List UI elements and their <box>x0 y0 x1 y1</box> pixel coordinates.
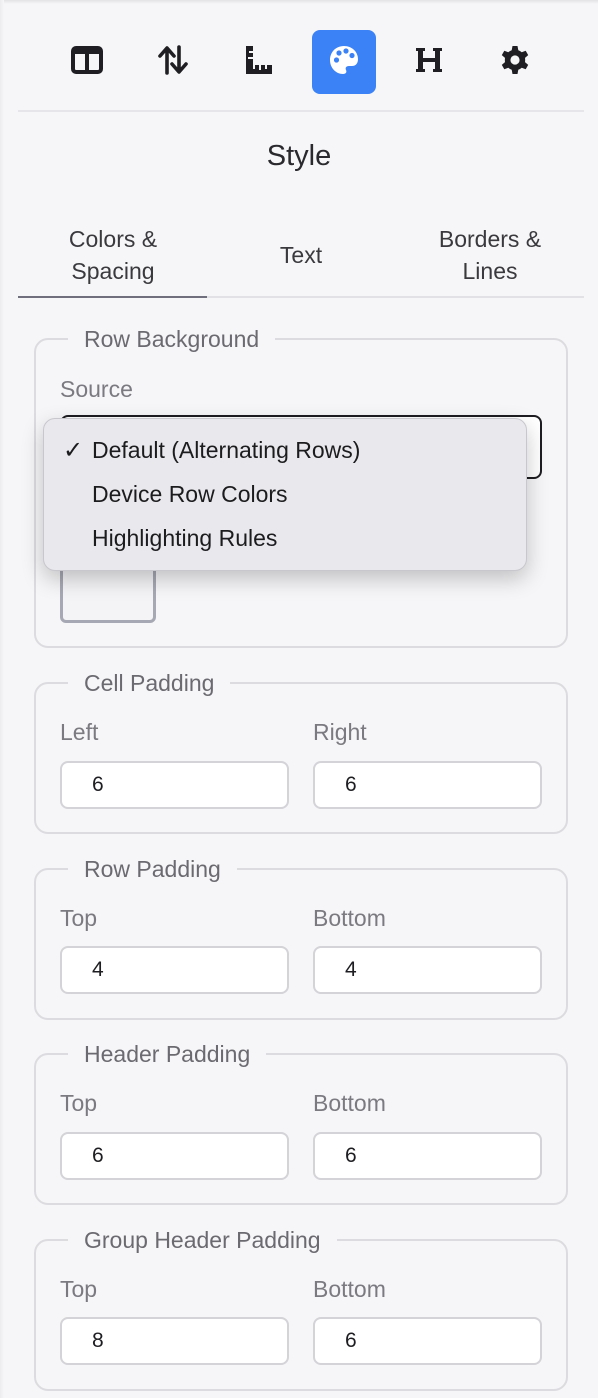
top-padding-label: Top <box>60 1276 98 1302</box>
row-padding-group: Row Padding <box>34 853 568 1020</box>
sort-button[interactable] <box>141 30 205 94</box>
left-edge-shadow <box>0 0 4 1398</box>
style-button[interactable] <box>312 30 376 94</box>
tab-label-line: Spacing <box>71 258 155 284</box>
group-legend: Cell Padding <box>68 667 231 699</box>
header-button[interactable] <box>397 30 461 94</box>
dropdown-option-label: Device Row Colors <box>92 480 288 507</box>
top-padding-label: Top <box>60 1090 98 1116</box>
right-padding-label: Right <box>313 719 367 745</box>
dropdown-option-label: Highlighting Rules <box>92 524 278 551</box>
columns-button[interactable] <box>55 30 119 94</box>
source-dropdown-menu: ✓ Default (Alternating Rows) Device Row … <box>43 418 527 571</box>
header-padding-group: Header Padding <box>34 1038 568 1205</box>
style-toolbar <box>0 30 598 94</box>
checkmark-icon: ✓ <box>63 436 84 464</box>
tab-borders-lines[interactable]: Borders & Lines <box>395 212 585 298</box>
active-tab-indicator <box>18 296 207 298</box>
group-header-padding-bottom-input[interactable]: 6 <box>313 1317 542 1365</box>
header-padding-top-input[interactable]: 6 <box>60 1132 289 1180</box>
header-padding-bottom-input[interactable]: 6 <box>313 1132 542 1180</box>
sort-arrows-icon <box>156 43 190 82</box>
source-label: Source <box>60 376 133 402</box>
group-header-padding-top-input[interactable]: 8 <box>60 1317 289 1365</box>
heading-icon <box>412 43 446 82</box>
tab-label-line: Colors & <box>68 226 158 252</box>
bottom-padding-label: Bottom <box>313 1276 386 1302</box>
bottom-padding-label: Bottom <box>313 905 386 931</box>
cell-padding-right-input[interactable]: 6 <box>313 761 542 809</box>
tab-label-line: Lines <box>462 258 518 284</box>
tab-label-line: Borders & <box>438 226 542 252</box>
row-padding-top-input[interactable]: 4 <box>60 946 289 994</box>
cell-padding-group: Cell Padding <box>34 667 568 834</box>
group-legend: Group Header Padding <box>68 1224 337 1256</box>
dropdown-option-label: Default (Alternating Rows) <box>92 436 361 463</box>
tab-colors-spacing[interactable]: Colors & Spacing <box>18 212 208 298</box>
columns-icon <box>70 43 104 82</box>
dropdown-option-default[interactable]: ✓ Default (Alternating Rows) <box>44 428 528 472</box>
group-legend: Row Background <box>68 323 276 355</box>
bottom-padding-label: Bottom <box>313 1090 386 1116</box>
toolbar-divider <box>18 110 584 112</box>
group-legend: Row Padding <box>68 853 237 885</box>
dimensions-button[interactable] <box>226 30 290 94</box>
tab-label-line: Text <box>279 242 323 268</box>
top-padding-label: Top <box>60 905 98 931</box>
palette-icon <box>327 43 361 82</box>
tab-text[interactable]: Text <box>206 212 396 298</box>
ruler-icon <box>241 43 275 82</box>
group-legend: Header Padding <box>68 1038 267 1070</box>
group-header-padding-group: Group Header Padding <box>34 1224 568 1391</box>
row-padding-bottom-input[interactable]: 4 <box>313 946 542 994</box>
panel-title: Style <box>266 140 332 172</box>
settings-button[interactable] <box>483 30 547 94</box>
cell-padding-left-input[interactable]: 6 <box>60 761 289 809</box>
style-tabs: Colors & Spacing Text Borders & Lines <box>18 212 584 298</box>
dropdown-option-device-row-colors[interactable]: Device Row Colors <box>44 472 528 516</box>
gear-icon <box>498 43 532 82</box>
top-edge-shadow <box>0 0 598 4</box>
left-padding-label: Left <box>60 719 99 745</box>
dropdown-option-highlighting-rules[interactable]: Highlighting Rules <box>44 516 528 560</box>
